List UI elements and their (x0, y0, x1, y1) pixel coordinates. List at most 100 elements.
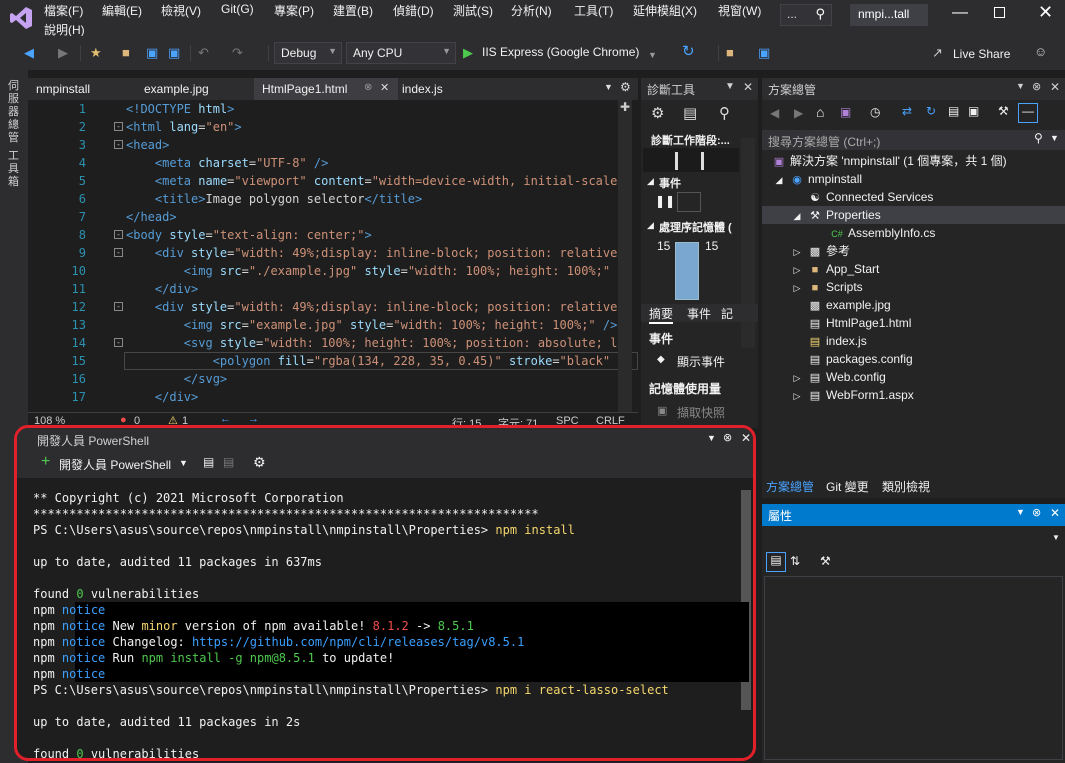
account-icon[interactable]: ☺ (1034, 44, 1047, 60)
code-line[interactable]: <meta charset="UTF-8" /> (126, 154, 632, 172)
collapse-arrow-icon[interactable]: ◢ (647, 176, 654, 187)
menu-git[interactable]: Git(G) (221, 2, 254, 16)
sync-icon[interactable]: ⇄ (902, 104, 912, 118)
tree-packages-config[interactable]: ▤ packages.config (762, 350, 1065, 368)
tab-memory[interactable]: 記 (721, 305, 733, 322)
live-share-button[interactable]: Live Share (953, 47, 1010, 61)
tab-nmpinstall[interactable]: nmpinstall (28, 78, 98, 100)
memory-section[interactable]: 處理序記憶體 ( (659, 219, 732, 235)
tree-connected-services[interactable]: ☯ Connected Services (762, 188, 1065, 206)
take-snapshot-button[interactable]: 擷取快照 (677, 404, 725, 421)
collapsed-arrow-icon[interactable]: ▷ (790, 243, 804, 261)
menu-view[interactable]: 檢視(V) (161, 2, 201, 19)
code-line[interactable]: <!DOCTYPE html> (126, 100, 632, 118)
tab-events[interactable]: 事件 (687, 305, 711, 322)
expanded-arrow-icon[interactable]: ◢ (772, 171, 786, 189)
dropdown-icon[interactable]: ▼ (1016, 81, 1025, 91)
pin-icon[interactable]: ⊗ (1032, 80, 1041, 93)
forward-icon[interactable]: ▶ (794, 106, 803, 120)
pin-icon[interactable]: ⊗ (1032, 506, 1041, 519)
new-item-icon[interactable]: ★ (90, 45, 102, 61)
tab-index-js[interactable]: index.js (394, 78, 451, 100)
save-icon[interactable]: ▣ (146, 45, 158, 61)
menu-test[interactable]: 測試(S) (453, 2, 493, 19)
pin-icon[interactable]: ⊗ (364, 82, 372, 93)
events-section[interactable]: 事件 (659, 175, 681, 191)
dropdown-arrow-icon[interactable]: ▼ (1052, 533, 1060, 542)
code-line[interactable]: <body style="text-align: center;"> (126, 226, 632, 244)
config-select[interactable]: Debug ▼ (274, 42, 342, 64)
back-icon[interactable]: ◀ (770, 106, 779, 120)
run-icon[interactable]: ▶ (463, 45, 473, 61)
close-icon[interactable]: ✕ (741, 431, 751, 445)
tree-solution[interactable]: ▣ 解決方案 'nmpinstall' (1 個專案，共 1 個) (762, 152, 1065, 170)
close-tab-icon[interactable]: ✕ (380, 81, 389, 94)
lock-icon[interactable]: ▤ (223, 455, 234, 469)
tree-webform1[interactable]: ▷ ▤ WebForm1.aspx (762, 386, 1065, 404)
menu-file[interactable]: 檔案(F) (44, 2, 83, 19)
show-events-icon[interactable]: ◆ (657, 354, 665, 365)
terminal-dropdown-icon[interactable]: ▼ (179, 458, 188, 468)
code-line[interactable]: </div> (126, 280, 632, 298)
nav-forward-icon[interactable]: → (248, 413, 259, 425)
run-dropdown-icon[interactable]: ▼ (648, 47, 657, 63)
server-explorer-tab[interactable]: 伺服器總管 (8, 80, 20, 145)
pause-icon[interactable]: ❚❚ (655, 194, 675, 208)
camera-icon[interactable]: ▣ (657, 404, 667, 417)
collapsed-arrow-icon[interactable]: ▷ (790, 261, 804, 279)
folder-icon[interactable]: ■ (726, 45, 734, 61)
fold-toggle-icon[interactable]: - (114, 230, 123, 239)
run-target-button[interactable]: IIS Express (Google Chrome) (482, 45, 639, 59)
tree-example-jpg[interactable]: ▩ example.jpg (762, 296, 1065, 314)
code-line[interactable]: <div style="width: 49%;display: inline-b… (126, 298, 632, 316)
refresh-browser-icon[interactable]: ↻ (682, 44, 695, 60)
close-icon[interactable]: ✕ (1050, 506, 1060, 520)
close-window-icon[interactable]: ✕ (1038, 2, 1053, 23)
categorized-icon[interactable]: ▤ (766, 552, 786, 572)
nav-back-icon[interactable]: ← (220, 413, 231, 425)
tab-solution-explorer[interactable]: 方案總管 (766, 478, 814, 495)
zoom-icon[interactable]: ⚲ (719, 104, 730, 122)
code-line[interactable]: <svg style="width: 100%; height: 100%; p… (126, 334, 632, 352)
menu-project[interactable]: 專案(P) (274, 2, 314, 19)
tab-git-changes[interactable]: Git 變更 (826, 478, 869, 495)
switch-views-icon[interactable]: ▣ (840, 105, 851, 119)
code-line[interactable]: <html lang="en"> (126, 118, 632, 136)
properties-object-select[interactable]: ▼ (762, 528, 1065, 548)
properties-wrench-icon[interactable]: ⚒ (998, 104, 1009, 118)
tab-example-jpg[interactable]: example.jpg (136, 78, 217, 100)
code-line[interactable]: </div> (126, 388, 632, 406)
tab-htmlpage1[interactable]: HtmlPage1.html ⊗ ✕ (254, 78, 398, 100)
code-line[interactable]: <meta name="viewport" content="width=dev… (126, 172, 632, 190)
fold-toggle-icon[interactable]: - (114, 122, 123, 131)
menu-window[interactable]: 視窗(W) (718, 2, 761, 19)
solution-search[interactable]: 搜尋方案總管 (Ctrl+;) ⚲ ▼ (762, 130, 1065, 150)
minimize-icon[interactable]: — (952, 4, 968, 22)
copy-icon[interactable]: ▤ (203, 455, 214, 469)
home-icon[interactable]: ⌂ (816, 104, 824, 120)
vs-logo-icon[interactable] (8, 5, 34, 31)
export-icon[interactable]: ▤ (683, 104, 697, 122)
terminal-select[interactable]: 開發人員 PowerShell (59, 456, 171, 473)
preview-icon[interactable]: — (1018, 103, 1038, 123)
tree-index-js[interactable]: ▤ index.js (762, 332, 1065, 350)
fold-toggle-icon[interactable]: - (114, 302, 123, 311)
code-line[interactable]: </svg> (126, 370, 632, 388)
tree-assemblyinfo[interactable]: C# AssemblyInfo.cs (762, 224, 1065, 242)
settings-gear-icon[interactable]: ⚙ (620, 80, 631, 94)
add-terminal-icon[interactable]: + (41, 453, 50, 471)
tree-web-config[interactable]: ▷ ▤ Web.config (762, 368, 1065, 386)
show-all-files-icon[interactable]: ▣ (968, 104, 979, 118)
code-line[interactable]: <img src="example.jpg" style="width: 100… (126, 316, 632, 334)
menu-edit[interactable]: 編輯(E) (102, 2, 142, 19)
menu-tools[interactable]: 工具(T) (574, 2, 613, 19)
collapsed-arrow-icon[interactable]: ▷ (790, 279, 804, 297)
tree-properties[interactable]: ◢ ⚒ Properties (762, 206, 1065, 224)
collapse-arrow-icon[interactable]: ◢ (647, 220, 654, 231)
refresh-icon[interactable]: ↻ (926, 104, 936, 118)
search-input[interactable]: ... (787, 7, 797, 21)
code-line[interactable]: <title>Image polygon selector</title> (126, 190, 632, 208)
settings-gear-icon[interactable]: ⚙ (253, 454, 266, 471)
global-search-box[interactable]: ... ⚲ (780, 4, 832, 26)
collapse-all-icon[interactable]: ▤ (948, 104, 959, 118)
